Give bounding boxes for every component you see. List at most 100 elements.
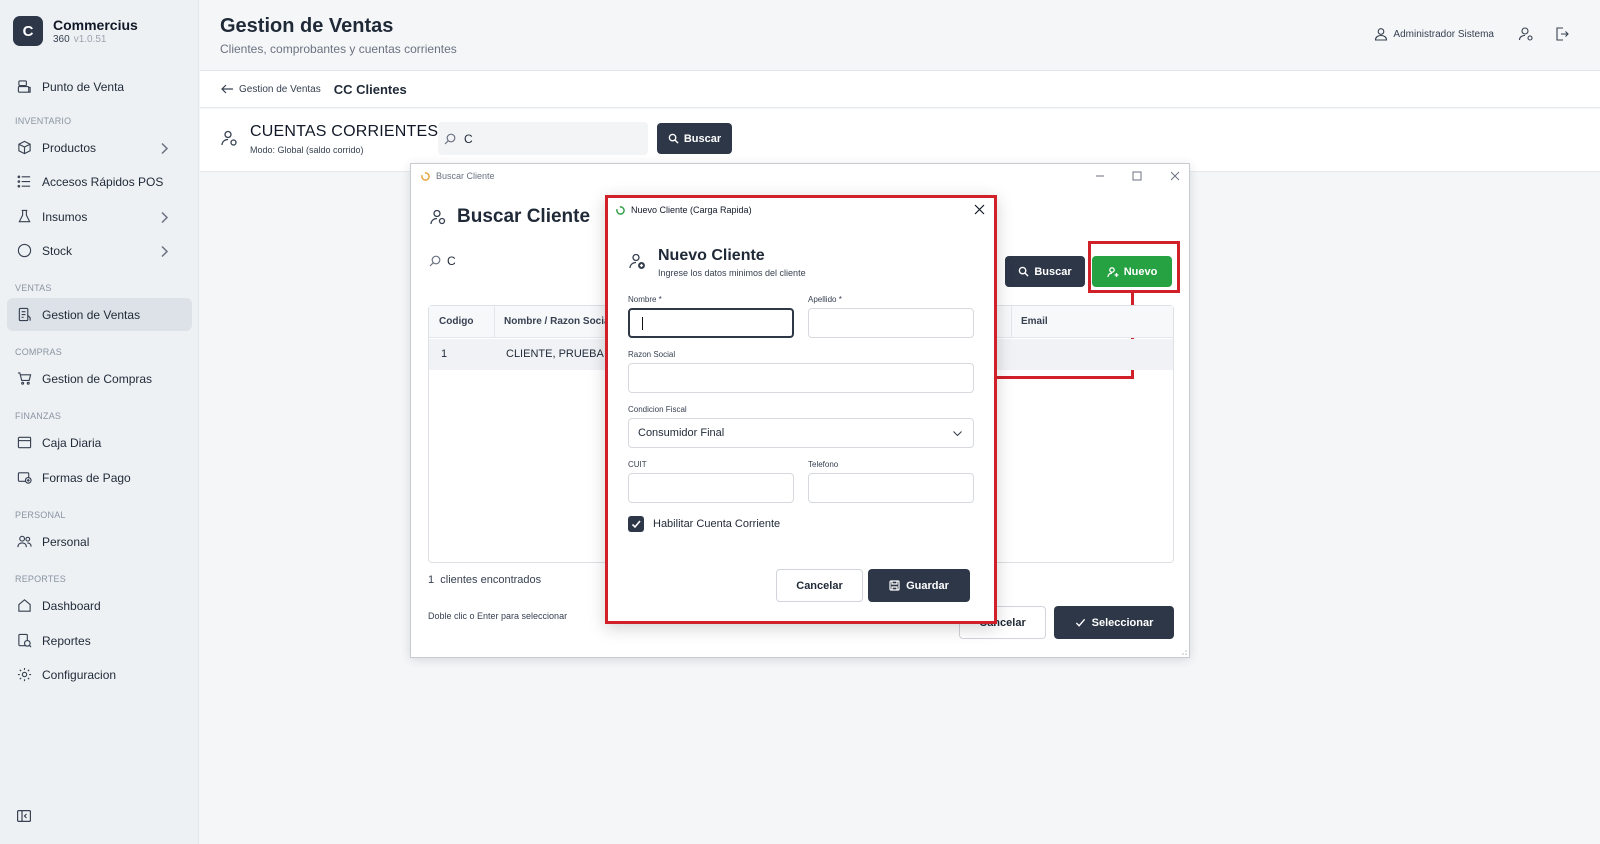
column-header-email[interactable]: Email [1021, 316, 1048, 327]
razon-social-field[interactable] [628, 363, 974, 393]
section-ventas: VENTAS [15, 283, 52, 293]
profile-settings-icon[interactable] [1518, 26, 1534, 42]
arrow-left-icon [221, 84, 233, 94]
column-header-nombre[interactable]: Nombre / Razon Social [504, 316, 612, 327]
telefono-field[interactable] [808, 473, 974, 503]
close-icon[interactable] [1169, 170, 1181, 182]
section-reportes: REPORTES [15, 574, 66, 584]
buscar-cliente-search-value: C [447, 254, 456, 268]
sidebar-item-formas-pago[interactable]: Formas de Pago [7, 461, 192, 494]
cell-codigo: 1 [441, 348, 448, 360]
sidebar-item-label: Personal [42, 534, 90, 549]
sidebar-item-label: Accesos Rápidos POS [42, 174, 164, 189]
user-account-icon [221, 130, 237, 146]
cc-search-button-label: Buscar [683, 132, 722, 145]
condicion-fiscal-select[interactable]: Consumidor Final [628, 418, 974, 448]
report-icon [18, 633, 32, 648]
nombre-label: Nombre * [628, 295, 662, 304]
circle-icon [17, 243, 32, 258]
user-menu[interactable]: Administrador Sistema [1374, 27, 1494, 41]
dialog-titlebar: Nuevo Cliente (Carga Rapida) [608, 198, 994, 222]
clientes-found: 1 clientes encontrados [428, 574, 541, 586]
sidebar-item-dashboard[interactable]: Dashboard [7, 589, 192, 622]
sidebar-item-insumos[interactable]: Insumos [7, 200, 192, 233]
sidebar: C Commercius 360 v1.0.51 Punto de Venta I… [0, 0, 199, 844]
maximize-icon[interactable] [1131, 170, 1143, 182]
buscar-cliente-search-input[interactable]: C [429, 254, 456, 268]
logout-icon[interactable] [1554, 26, 1570, 42]
cc-title: CUENTAS CORRIENTES [250, 123, 439, 140]
buscar-button-label: Buscar [1034, 265, 1072, 278]
found-label: clientes encontrados [440, 574, 542, 586]
cc-mode: Modo: Global (saldo corrido) [250, 145, 364, 155]
section-compras: COMPRAS [15, 347, 62, 357]
sidebar-item-caja-diaria[interactable]: Caja Diaria [7, 426, 192, 459]
sidebar-item-accesos-rapidos[interactable]: Accesos Rápidos POS [7, 165, 192, 198]
brand-sub-label: 360 [53, 33, 70, 45]
text-caret [642, 317, 643, 330]
minimize-icon[interactable] [1094, 170, 1106, 182]
sidebar-item-productos[interactable]: Productos [7, 131, 192, 164]
register-icon [17, 80, 31, 93]
user-icon [1375, 28, 1388, 41]
close-icon[interactable] [974, 204, 985, 215]
calendar-icon [17, 436, 32, 449]
nombre-field[interactable] [628, 308, 794, 338]
cc-search-button[interactable]: Buscar [657, 123, 732, 154]
razon-social-label: Razon Social [628, 350, 676, 359]
app-logo-icon [616, 205, 625, 215]
habilitar-cc-checkbox[interactable] [628, 516, 644, 532]
sidebar-item-label: Insumos [42, 209, 88, 224]
telefono-label: Telefono [808, 460, 839, 469]
user-add-icon [629, 253, 645, 269]
breadcrumb-back-link[interactable]: Gestion de Ventas [220, 82, 321, 96]
sidebar-item-label: Gestion de Compras [42, 371, 153, 386]
chevron-right-icon [161, 245, 169, 258]
resize-grip-icon[interactable] [1179, 647, 1187, 655]
cell-nombre: CLIENTE, PRUEBA [506, 348, 604, 360]
apellido-field[interactable] [808, 308, 974, 338]
seleccionar-button[interactable]: Seleccionar [1054, 606, 1174, 639]
brand: C Commercius 360 v1.0.51 [13, 16, 138, 46]
sidebar-item-label: Stock [42, 243, 73, 258]
sidebar-item-personal[interactable]: Personal [7, 525, 192, 558]
user-name: Administrador Sistema [1393, 28, 1494, 40]
section-personal: PERSONAL [15, 510, 66, 520]
home-icon [18, 599, 31, 612]
column-header-codigo[interactable]: Codigo [439, 316, 473, 327]
habilitar-cc-row[interactable]: Habilitar Cuenta Corriente [628, 516, 780, 532]
cc-search-input[interactable]: C [438, 122, 648, 155]
nuevo-cancel-button[interactable]: Cancelar [776, 569, 863, 602]
sidebar-item-punto-de-venta[interactable]: Punto de Venta [7, 70, 192, 103]
sidebar-item-configuracion[interactable]: Configuracion [7, 658, 192, 691]
sidebar-item-gestion-compras[interactable]: Gestion de Compras [7, 362, 192, 395]
save-icon [889, 580, 900, 591]
sidebar-item-stock[interactable]: Stock [7, 234, 192, 267]
sidebar-collapse-icon[interactable] [17, 810, 31, 822]
sidebar-item-gestion-ventas[interactable]: Gestion de Ventas [7, 298, 192, 331]
sidebar-item-reportes[interactable]: Reportes [7, 624, 192, 657]
cart-icon [17, 372, 32, 385]
sidebar-item-label: Configuracion [42, 667, 117, 682]
receipt-icon [18, 307, 31, 322]
check-icon [631, 519, 641, 528]
sidebar-item-label: Gestion de Ventas [42, 307, 141, 322]
app-version: v1.0.51 [73, 33, 107, 45]
window-titlebar: Buscar Cliente [411, 164, 1191, 188]
cuit-field[interactable] [628, 473, 794, 503]
nuevo-cliente-dialog: Nuevo Cliente (Carga Rapida) Nuevo Clien… [605, 195, 997, 624]
chevron-right-icon [161, 211, 169, 224]
breadcrumb: Gestion de Ventas CC Clientes [200, 71, 1600, 108]
search-icon [429, 255, 441, 267]
sidebar-item-label: Caja Diaria [42, 435, 102, 450]
breadcrumb-current: CC Clientes [333, 81, 407, 97]
brand-sub: 360 v1.0.51 [53, 33, 138, 46]
search-icon [444, 133, 456, 144]
sidebar-item-label: Productos [42, 140, 97, 155]
search-icon [668, 133, 679, 144]
chevron-down-icon [953, 431, 962, 437]
buscar-button[interactable]: Buscar [1005, 256, 1085, 287]
brand-name: Commercius [53, 16, 138, 33]
dialog-title: Nuevo Cliente (Carga Rapida) [631, 205, 752, 215]
guardar-button[interactable]: Guardar [868, 569, 970, 602]
